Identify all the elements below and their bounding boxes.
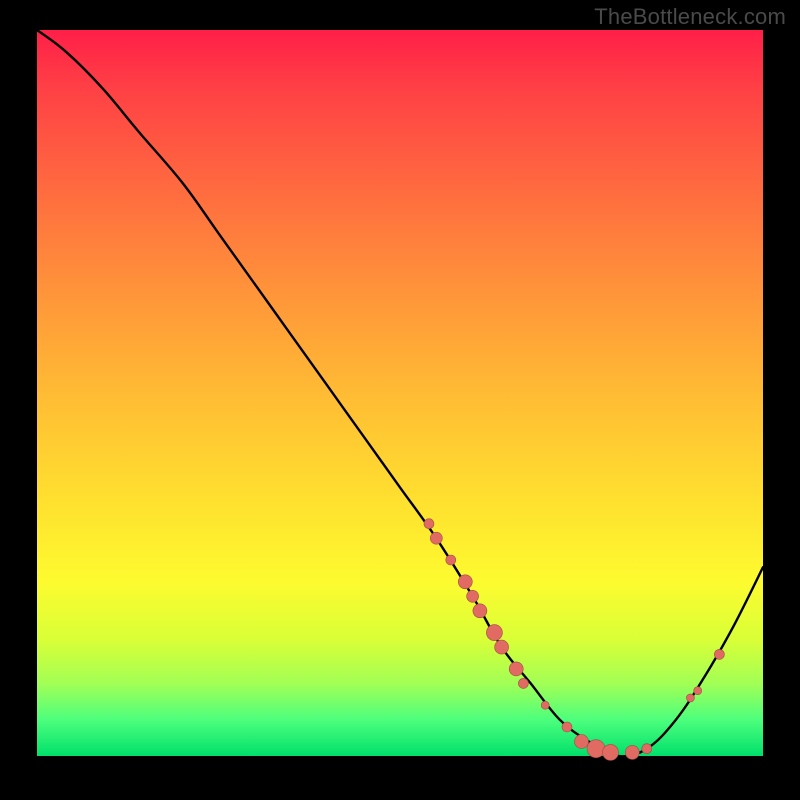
data-marker [694,687,702,695]
data-marker [495,640,509,654]
data-marker [587,740,605,758]
data-marker [518,678,528,688]
bottleneck-curve [37,30,763,756]
data-marker [446,555,456,565]
data-marker [562,722,572,732]
data-marker [473,604,487,618]
plot-area [37,30,763,756]
data-marker [603,744,619,760]
data-marker [424,519,434,529]
data-marker [686,694,694,702]
data-marker [509,662,523,676]
data-marker [714,649,724,659]
data-marker [642,744,652,754]
data-marker [486,625,502,641]
chart-svg [37,30,763,756]
data-marker [467,590,479,602]
data-marker [430,532,442,544]
markers-group [424,519,724,761]
data-marker [541,701,549,709]
data-marker [575,735,589,749]
data-marker [458,575,472,589]
watermark-label: TheBottleneck.com [594,4,786,30]
data-marker [625,745,639,759]
chart-frame: TheBottleneck.com [0,0,800,800]
